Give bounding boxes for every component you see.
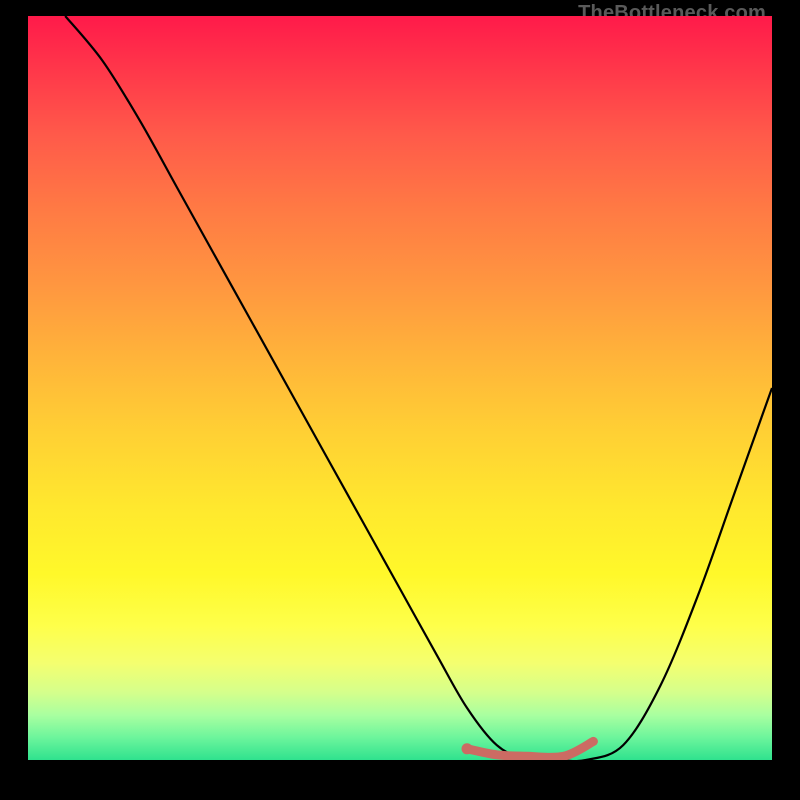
optimal-range-marker bbox=[467, 741, 593, 757]
chart-svg bbox=[28, 16, 772, 760]
optimal-start-dot bbox=[462, 743, 473, 754]
chart-frame: TheBottleneck.com bbox=[0, 0, 800, 800]
bottleneck-curve bbox=[65, 16, 772, 760]
plot-area bbox=[28, 16, 772, 760]
